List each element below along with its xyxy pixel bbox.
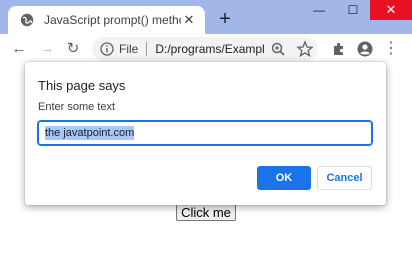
back-icon[interactable]: ←	[8, 38, 30, 60]
bookmark-star-icon[interactable]	[294, 38, 316, 60]
scheme-label: File	[119, 42, 139, 56]
prompt-input-value: the javatpoint.com	[45, 126, 135, 140]
window-close-button[interactable]: ✕	[370, 0, 412, 20]
reload-icon[interactable]: ↻	[62, 38, 84, 60]
click-me-button[interactable]: Click me	[176, 203, 236, 221]
dialog-message: Enter some text	[38, 101, 116, 113]
forward-icon[interactable]: →	[36, 38, 58, 60]
prompt-input[interactable]: the javatpoint.com	[37, 120, 373, 146]
ok-button[interactable]: OK	[257, 166, 311, 190]
prompt-dialog: This page says Enter some text the javat…	[25, 62, 386, 205]
tab-title: JavaScript prompt() method	[44, 13, 181, 27]
address-bar[interactable]: File D:/programs/Exampl...	[92, 37, 318, 61]
info-icon[interactable]	[100, 42, 114, 56]
tab-close-icon[interactable]: ✕	[181, 12, 197, 28]
new-tab-button[interactable]: +	[214, 8, 236, 30]
tab-strip: JavaScript prompt() method ✕ + — ☐ ✕	[0, 0, 412, 34]
tab-active[interactable]: JavaScript prompt() method ✕	[8, 6, 205, 34]
omnibox-divider	[146, 42, 148, 56]
extensions-icon[interactable]	[328, 38, 350, 60]
minimize-button[interactable]: —	[302, 0, 336, 20]
zoom-icon[interactable]	[267, 38, 289, 60]
maximize-button[interactable]: ☐	[336, 0, 370, 20]
menu-icon[interactable]: ⋮	[380, 38, 402, 60]
dialog-title: This page says	[38, 78, 126, 93]
browser-window: JavaScript prompt() method ✕ + — ☐ ✕ ← →…	[0, 0, 412, 280]
globe-icon	[20, 13, 34, 27]
profile-avatar-icon[interactable]	[354, 38, 376, 60]
url-text[interactable]: D:/programs/Exampl...	[155, 42, 265, 56]
cancel-button[interactable]: Cancel	[317, 166, 372, 190]
browser-toolbar: ← → ↻ File D:/programs/Exampl... ⋮	[0, 34, 412, 64]
